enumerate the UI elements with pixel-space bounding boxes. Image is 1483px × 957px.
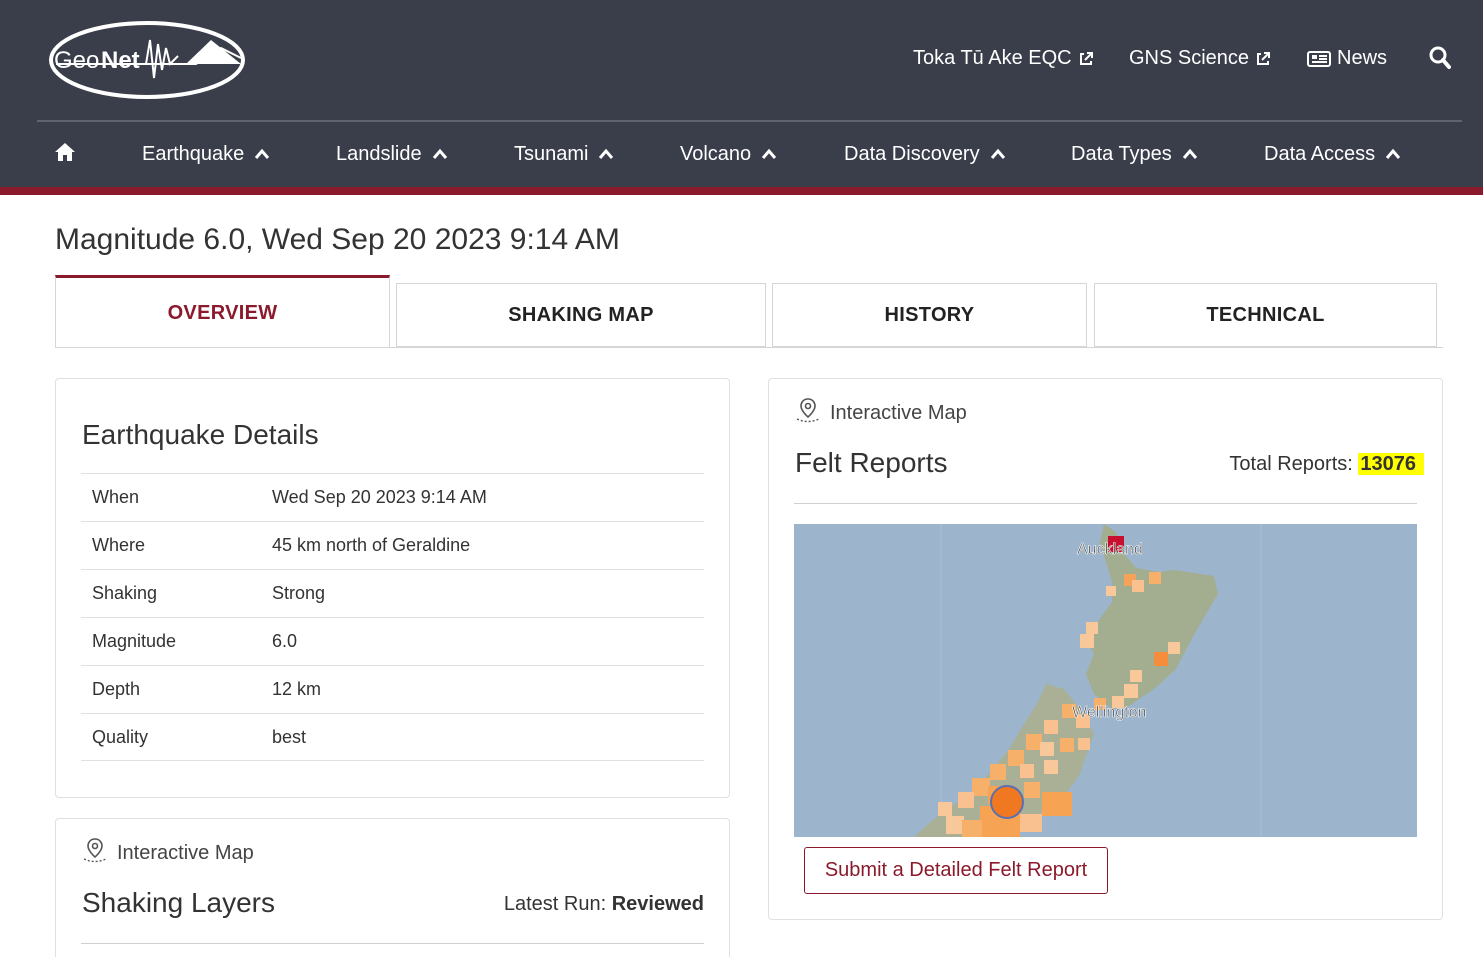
total-reports-label: Total Reports:	[1229, 453, 1353, 475]
detail-value: Strong	[272, 583, 326, 603]
news-link[interactable]: News	[1307, 47, 1387, 70]
divider	[81, 943, 704, 944]
tab-overview-label: OVERVIEW	[167, 301, 278, 324]
chevron-up-icon	[1182, 143, 1198, 166]
divider	[794, 503, 1417, 504]
map-city-label: Auckland	[1077, 541, 1143, 558]
shaking-layers-card: Interactive Map Shaking Layers Latest Ru…	[55, 818, 730, 957]
gns-science-link[interactable]: GNS Science	[1129, 47, 1271, 70]
shaking-layers-title: Shaking Layers	[82, 887, 276, 918]
nav-data-discovery[interactable]: Data Discovery	[844, 122, 1006, 187]
felt-reports-card: Interactive Map Felt Reports Total Repor…	[768, 378, 1443, 920]
total-reports: Total Reports: 13076	[1229, 453, 1424, 476]
tabs-divider	[55, 347, 1443, 348]
table-row: Where 45 km north of Geraldine	[81, 521, 704, 569]
toka-tu-ake-eqc-label: Toka Tū Ake EQC	[913, 47, 1072, 69]
nav-landslide-label: Landslide	[336, 143, 422, 165]
total-reports-value: 13076	[1358, 453, 1424, 475]
table-row: Depth 12 km	[81, 665, 704, 713]
tab-shaking-map-label: SHAKING MAP	[508, 303, 654, 326]
detail-value: 6.0	[272, 631, 298, 651]
felt-reports-map[interactable]: Auckland Wellington	[794, 524, 1417, 837]
tab-history-label: HISTORY	[884, 303, 975, 326]
nav-earthquake-label: Earthquake	[142, 143, 245, 165]
nav-data-types[interactable]: Data Types	[1071, 122, 1198, 187]
nav-home[interactable]	[54, 122, 76, 187]
detail-value: Wed Sep 20 2023 9:14 AM	[272, 487, 487, 507]
svg-text:Net: Net	[101, 47, 140, 74]
interactive-map-label: Interactive Map	[81, 837, 254, 869]
page-title: Magnitude 6.0, Wed Sep 20 2023 9:14 AM	[55, 223, 620, 256]
interactive-map-label: Interactive Map	[794, 397, 967, 429]
earthquake-details-card: Earthquake Details When Wed Sep 20 2023 …	[55, 378, 730, 798]
toka-tu-ake-eqc-link[interactable]: Toka Tū Ake EQC	[913, 47, 1094, 70]
nav-tsunami[interactable]: Tsunami	[514, 122, 614, 187]
map-pin-icon	[81, 837, 109, 869]
home-icon	[54, 142, 76, 168]
nav-volcano-label: Volcano	[680, 143, 752, 165]
detail-key: Magnitude	[92, 631, 177, 651]
map-city-label: Wellington	[1072, 704, 1146, 721]
table-row: When Wed Sep 20 2023 9:14 AM	[81, 473, 704, 521]
nav-data-access-label: Data Access	[1264, 143, 1376, 165]
table-row: Quality best	[81, 713, 704, 761]
submit-felt-report-button[interactable]: Submit a Detailed Felt Report	[804, 847, 1108, 894]
external-link-icon	[1255, 51, 1271, 67]
submit-felt-report-label: Submit a Detailed Felt Report	[824, 859, 1088, 881]
header-accent-bar	[0, 187, 1483, 195]
epicentre-marker	[990, 785, 1024, 819]
latest-run-label: Latest Run:	[503, 893, 607, 915]
chevron-up-icon	[1385, 143, 1401, 166]
nav-data-types-label: Data Types	[1071, 143, 1172, 165]
nav-data-access[interactable]: Data Access	[1264, 122, 1401, 187]
search-button[interactable]	[1429, 46, 1451, 70]
external-link-icon	[1078, 51, 1094, 67]
nav-volcano[interactable]: Volcano	[680, 122, 777, 187]
interactive-map-text: Interactive Map	[117, 841, 254, 864]
earthquake-details-title: Earthquake Details	[82, 419, 319, 450]
site-header: Geo Net Toka Tū Ake EQC GNS Science News	[0, 0, 1483, 195]
interactive-map-text: Interactive Map	[830, 401, 967, 424]
map-pin-icon	[794, 397, 822, 429]
main-nav: Earthquake Landslide Tsunami Volcano Dat…	[0, 122, 1483, 195]
newspaper-icon	[1307, 50, 1331, 68]
nav-landslide[interactable]: Landslide	[336, 122, 448, 187]
search-icon	[1429, 46, 1451, 70]
nav-tsunami-label: Tsunami	[514, 143, 589, 165]
tab-history[interactable]: HISTORY	[772, 283, 1087, 347]
latest-run: Latest Run: Reviewed	[504, 893, 704, 916]
tab-shaking-map[interactable]: SHAKING MAP	[396, 283, 766, 347]
chevron-up-icon	[761, 143, 777, 166]
chevron-up-icon	[254, 143, 270, 166]
gns-science-label: GNS Science	[1129, 47, 1250, 69]
chevron-up-icon	[990, 143, 1006, 166]
chevron-up-icon	[432, 143, 448, 166]
chevron-up-icon	[598, 143, 614, 166]
nav-data-discovery-label: Data Discovery	[844, 143, 980, 165]
detail-value: 45 km north of Geraldine	[272, 535, 471, 555]
news-label: News	[1337, 47, 1388, 69]
detail-key: When	[92, 487, 140, 507]
detail-key: Quality	[92, 726, 149, 747]
tab-technical-label: TECHNICAL	[1206, 303, 1325, 326]
tab-overview[interactable]: OVERVIEW	[55, 275, 390, 348]
svg-text:Geo: Geo	[54, 47, 99, 74]
earthquake-details-table: When Wed Sep 20 2023 9:14 AM Where 45 km…	[81, 473, 704, 761]
geonet-logo[interactable]: Geo Net	[46, 18, 248, 102]
detail-key: Shaking	[92, 583, 158, 603]
table-row: Magnitude 6.0	[81, 617, 704, 665]
table-row: Shaking Strong	[81, 569, 704, 617]
latest-run-value: Reviewed	[611, 893, 704, 915]
nav-earthquake[interactable]: Earthquake	[131, 122, 289, 195]
detail-value: best	[272, 726, 307, 747]
felt-reports-title: Felt Reports	[795, 447, 948, 478]
tab-technical[interactable]: TECHNICAL	[1094, 283, 1437, 347]
detail-key: Where	[92, 535, 146, 555]
detail-value: 12 km	[272, 679, 322, 699]
detail-key: Depth	[92, 679, 141, 699]
